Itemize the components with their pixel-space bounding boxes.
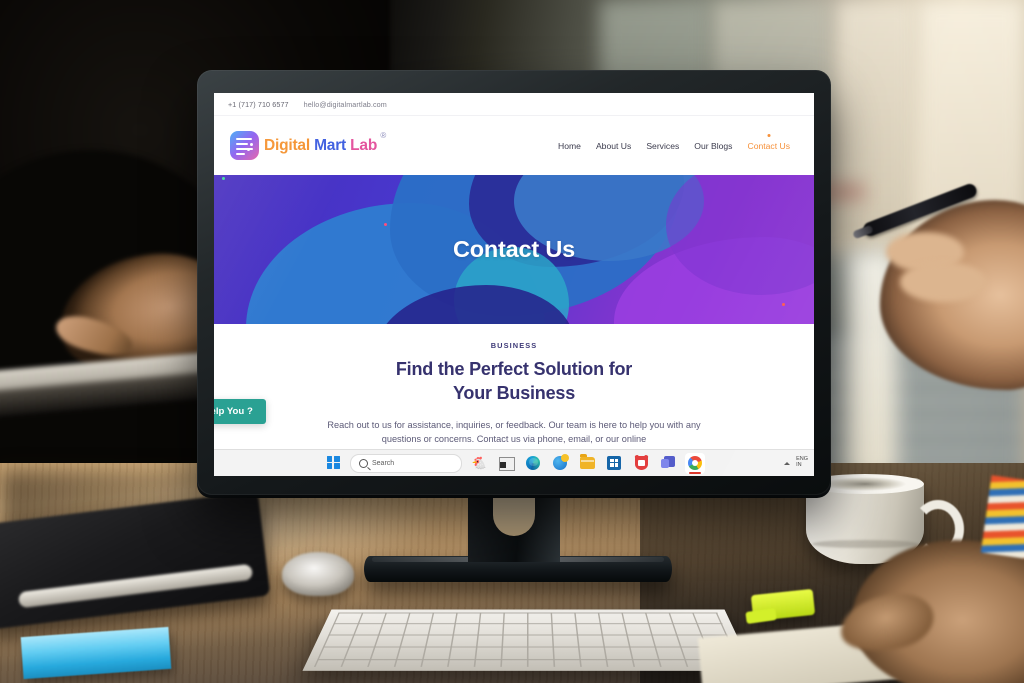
brand-word-3: Lab <box>350 136 378 154</box>
section-headline: Find the Perfect Solution for Your Busin… <box>274 358 754 406</box>
top-contact-bar: +1 (717) 710 6577 hello@digitalmartlab.c… <box>214 93 814 116</box>
language-line-2: IN <box>796 462 802 468</box>
chrome-icon <box>687 455 703 471</box>
file-explorer-icon <box>498 455 515 471</box>
nav-item-contact-us[interactable]: Contact Us <box>747 141 790 151</box>
chevron-up-icon[interactable] <box>784 461 791 465</box>
brand-logo[interactable]: Digital Mart Lab ® <box>230 131 386 160</box>
shield-icon <box>633 455 649 471</box>
rocking-horse-icon: 🐔 <box>471 455 487 470</box>
email-address[interactable]: hello@digitalmartlab.com <box>304 100 387 109</box>
folder-icon <box>579 454 595 471</box>
content-section: BUSINESS Find the Perfect Solution for Y… <box>214 324 814 447</box>
language-indicator[interactable]: ENG IN <box>796 456 808 469</box>
nav-item-our-blogs[interactable]: Our Blogs <box>694 141 732 151</box>
brand-word-2: Mart <box>314 136 347 154</box>
taskbar-center-group: Search 🐔 <box>323 452 705 474</box>
windows-taskbar: Search 🐔 ENG IN <box>214 449 814 476</box>
keyboard <box>302 609 754 671</box>
brand-word-1: Digital <box>264 136 310 154</box>
website: +1 (717) 710 6577 hello@digitalmartlab.c… <box>214 93 814 476</box>
teams-icon <box>660 455 676 471</box>
copilot-button[interactable]: 🐔 <box>469 453 489 474</box>
hero-title: Contact Us <box>452 236 576 262</box>
photo-scene: +1 (717) 710 6577 hello@digitalmartlab.c… <box>0 0 1024 683</box>
nav-item-services[interactable]: Services <box>646 141 679 151</box>
hero-accent-dot <box>222 177 225 180</box>
nav-links: Home About Us Services Our Blogs Contact… <box>558 141 790 151</box>
logo-mark-icon <box>230 131 259 160</box>
search-placeholder: Search <box>372 459 395 467</box>
computer-mouse <box>282 552 354 596</box>
search-input[interactable]: Search <box>350 453 462 473</box>
store-button[interactable] <box>604 453 624 474</box>
widgets-button[interactable] <box>550 453 570 474</box>
edge-icon <box>525 455 541 471</box>
security-button[interactable] <box>631 453 651 474</box>
hero-accent-dot <box>782 303 785 306</box>
keyboard-keys <box>313 612 743 667</box>
monitor: +1 (717) 710 6577 hello@digitalmartlab.c… <box>197 70 831 495</box>
headline-line-1: Find the Perfect Solution for <box>395 359 633 379</box>
brand-name: Digital Mart Lab ® <box>264 131 386 154</box>
search-icon <box>359 458 368 468</box>
weather-widget-icon <box>552 453 569 471</box>
windows-logo-icon <box>325 455 341 471</box>
chrome-button[interactable] <box>685 452 705 474</box>
registered-mark: ® <box>380 130 387 140</box>
monitor-screen: +1 (717) 710 6577 hello@digitalmartlab.c… <box>214 93 814 476</box>
knuckle <box>900 262 986 302</box>
file-explorer-button[interactable] <box>496 453 516 474</box>
folder-button[interactable] <box>577 453 597 474</box>
hero-accent-dot <box>384 223 387 226</box>
edge-button[interactable] <box>523 453 543 474</box>
start-button[interactable] <box>323 453 343 474</box>
phone-number[interactable]: +1 (717) 710 6577 <box>228 100 289 109</box>
hero-banner: Contact Us <box>214 175 814 324</box>
nav-item-about-us[interactable]: About Us <box>596 141 631 151</box>
coffee-cup-ring <box>812 540 918 548</box>
section-eyebrow: BUSINESS <box>490 341 538 350</box>
monitor-neck-cutout <box>493 494 535 536</box>
system-tray: ENG IN <box>784 456 808 469</box>
site-navbar: Digital Mart Lab ® Home About Us Services… <box>214 116 814 175</box>
chat-widget-button[interactable]: How Can We Help You ? <box>214 399 266 424</box>
section-paragraph: Reach out to us for assistance, inquirie… <box>327 419 701 445</box>
teams-button[interactable] <box>658 453 678 474</box>
headline-line-2: Your Business <box>452 382 576 403</box>
nav-item-home[interactable]: Home <box>558 141 581 151</box>
microsoft-store-icon <box>606 455 622 471</box>
